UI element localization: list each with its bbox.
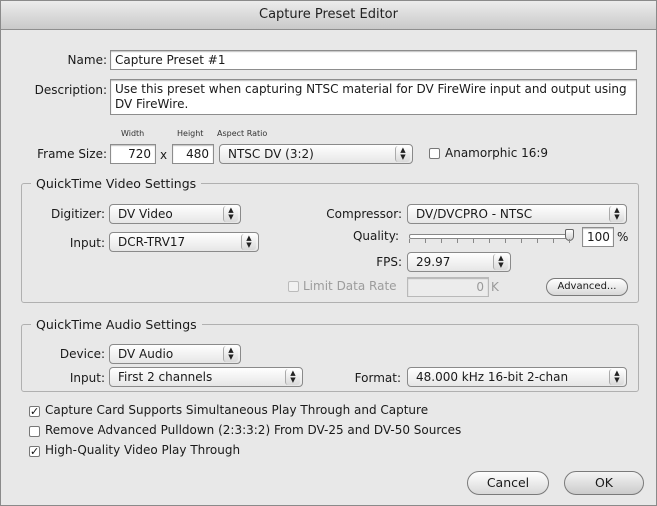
audio-format-popup[interactable]: 48.000 kHz 16-bit 2-chan ▲ ▼ — [407, 367, 627, 387]
slider-tick — [505, 239, 506, 243]
video-input-popup[interactable]: DCR-TRV17 ▲ ▼ — [109, 232, 259, 252]
fps-label: FPS: — [376, 255, 402, 269]
popup-arrows-icon: ▲ ▼ — [223, 346, 238, 362]
frame-width-field[interactable]: 720 — [110, 144, 156, 164]
aspect-ratio-caption: Aspect Ratio — [217, 129, 268, 138]
fps-popup[interactable]: 29.97 ▲ ▼ — [407, 252, 511, 272]
slider-tick — [441, 239, 442, 243]
digitizer-label: Digitizer: — [50, 207, 105, 221]
play-through-label: Capture Card Supports Simultaneous Play … — [45, 403, 429, 417]
frame-height-field[interactable]: 480 — [172, 144, 214, 164]
audio-input-label: Input: — [69, 371, 105, 385]
audio-format-value: 48.000 kHz 16-bit 2-chan — [416, 370, 569, 384]
slider-tick — [553, 239, 554, 243]
remove-pulldown-checkbox[interactable] — [29, 426, 40, 437]
digitizer-value: DV Video — [118, 207, 173, 221]
audio-settings-title: QuickTime Audio Settings — [31, 317, 202, 332]
slider-tick — [569, 239, 570, 243]
slider-tick — [409, 239, 410, 243]
high-quality-playthrough-label: High-Quality Video Play Through — [45, 443, 241, 457]
audio-device-value: DV Audio — [118, 347, 174, 361]
video-input-label: Input: — [69, 236, 105, 250]
anamorphic-checkbox[interactable] — [429, 148, 440, 159]
name-field[interactable]: Capture Preset #1 — [110, 50, 637, 70]
capture-preset-editor-window: Capture Preset Editor Name: Capture Pres… — [0, 0, 657, 506]
high-quality-playthrough-checkbox[interactable]: ✓ — [29, 446, 40, 457]
audio-device-label: Device: — [59, 347, 105, 361]
popup-arrows-icon: ▲ ▼ — [609, 369, 624, 385]
frame-size-separator: x — [160, 148, 168, 162]
digitizer-popup[interactable]: DV Video ▲ ▼ — [109, 204, 241, 224]
cancel-button[interactable]: Cancel — [467, 471, 549, 495]
fps-value: 29.97 — [416, 255, 451, 269]
limit-data-rate-label: Limit Data Rate — [303, 279, 397, 293]
popup-arrows-icon: ▲ ▼ — [493, 254, 508, 270]
check-icon: ✓ — [30, 405, 40, 418]
popup-arrows-icon: ▲ ▼ — [241, 234, 256, 250]
anamorphic-label: Anamorphic 16:9 — [445, 146, 549, 160]
popup-arrows-icon: ▲ ▼ — [223, 206, 238, 222]
slider-tick — [425, 239, 426, 243]
quality-unit: % — [617, 230, 629, 244]
aspect-ratio-popup[interactable]: NTSC DV (3:2) ▲ ▼ — [219, 144, 413, 164]
slider-tick — [489, 239, 490, 243]
frame-size-label: Frame Size: — [37, 147, 107, 161]
slider-tick — [473, 239, 474, 243]
compressor-value: DV/DVCPRO - NTSC — [416, 207, 533, 221]
advanced-button[interactable]: Advanced... — [546, 278, 628, 296]
quality-slider-track — [409, 234, 571, 239]
description-label: Description: — [34, 83, 107, 97]
limit-data-rate-checkbox[interactable] — [288, 281, 299, 292]
play-through-checkbox[interactable]: ✓ — [29, 406, 40, 417]
remove-pulldown-label: Remove Advanced Pulldown (2:3:3:2) From … — [45, 423, 462, 437]
window-title: Capture Preset Editor — [1, 1, 656, 30]
video-input-value: DCR-TRV17 — [118, 235, 186, 249]
limit-data-rate-field[interactable]: 0 — [407, 277, 489, 297]
audio-input-value: First 2 channels — [118, 370, 213, 384]
compressor-label: Compressor: — [326, 207, 402, 221]
audio-input-popup[interactable]: First 2 channels ▲ ▼ — [109, 367, 303, 387]
quality-slider[interactable] — [403, 229, 577, 245]
limit-data-rate-unit: K — [491, 280, 499, 294]
popup-arrows-icon: ▲ ▼ — [285, 369, 300, 385]
width-caption: Width — [121, 129, 145, 138]
popup-arrows-icon: ▲ ▼ — [395, 146, 410, 162]
slider-tick — [521, 239, 522, 243]
slider-tick — [537, 239, 538, 243]
slider-tick — [457, 239, 458, 243]
quality-label: Quality: — [352, 229, 399, 243]
quality-value-field[interactable]: 100 — [582, 227, 614, 247]
height-caption: Height — [177, 129, 204, 138]
name-label: Name: — [67, 53, 107, 67]
description-field[interactable]: Use this preset when capturing NTSC mate… — [110, 79, 637, 115]
compressor-popup[interactable]: DV/DVCPRO - NTSC ▲ ▼ — [407, 204, 627, 224]
audio-device-popup[interactable]: DV Audio ▲ ▼ — [109, 344, 241, 364]
popup-arrows-icon: ▲ ▼ — [609, 206, 624, 222]
aspect-ratio-value: NTSC DV (3:2) — [228, 147, 314, 161]
ok-button[interactable]: OK — [564, 471, 644, 495]
audio-format-label: Format: — [354, 371, 401, 385]
check-icon: ✓ — [30, 445, 40, 458]
video-settings-title: QuickTime Video Settings — [31, 176, 202, 191]
